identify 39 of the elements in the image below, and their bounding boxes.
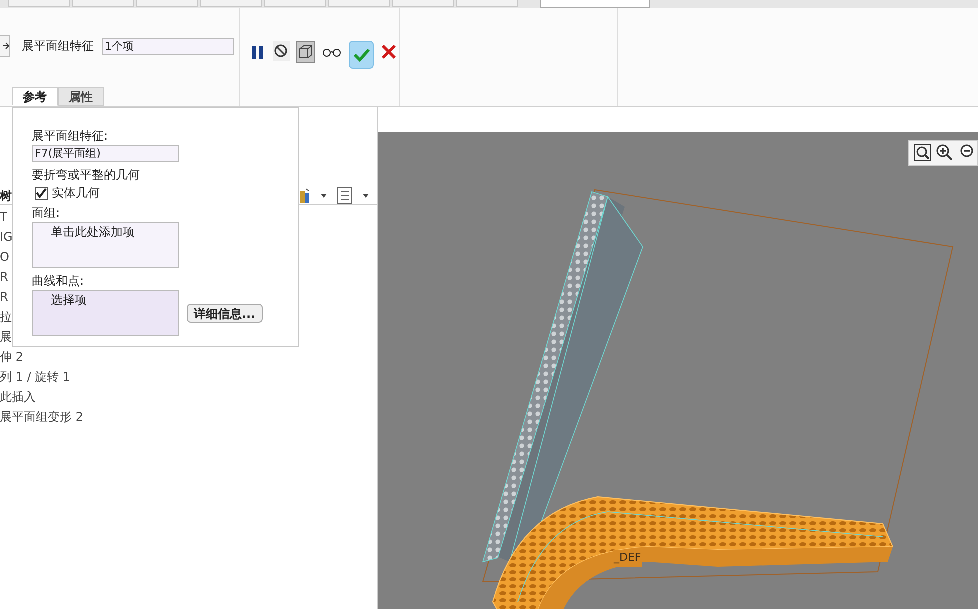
checkbox[interactable] [35,186,48,200]
checkbox-label: 实体几何 [52,185,100,202]
feature-reference-field[interactable]: F7(展平面组) [32,145,179,162]
tree-item[interactable]: 展 [0,327,12,347]
zoom-fit-icon[interactable] [913,143,933,163]
tree-item[interactable]: 伸 2 [0,347,24,367]
caret-icon[interactable] [321,194,327,198]
arrow-icon [3,42,9,50]
confirm-button[interactable] [349,41,374,69]
feature-field[interactable]: 1个项 [102,38,234,54]
tree-item[interactable]: 拉 [0,307,12,327]
details-button[interactable]: 详细信息... [187,304,263,322]
tree-item[interactable]: R [0,287,8,307]
tree-item[interactable]: O [0,247,10,267]
disable-button[interactable] [272,41,290,61]
tree-item[interactable]: 展平面组变形 2 [0,407,84,427]
field-label: 展平面组特征: [32,128,110,145]
field-label: 面组: [32,205,62,222]
check-icon [352,48,371,62]
feature-label: 展平面组特征 [22,38,94,55]
tree-item[interactable]: R [0,267,8,287]
tree-item[interactable]: 列 1 / 旋转 1 [0,367,71,387]
panel-tab[interactable]: 参考 [12,87,58,106]
tree-item[interactable]: T [0,207,8,227]
quilts-collector[interactable]: 单击此处添加项 [32,222,179,268]
curves-collector[interactable]: 选择项 [32,290,179,336]
csys-label: _DEF [613,550,642,566]
list-icon[interactable] [337,186,353,204]
model-viewport[interactable]: _DEF [378,132,978,609]
field-label: 要折弯或平整的几何 [32,167,141,184]
preview-button[interactable] [296,41,316,63]
glasses-icon [322,47,342,57]
tree-item[interactable]: IG [0,227,13,247]
panel-tab[interactable]: 属性 [58,87,104,106]
caret-icon[interactable] [363,194,369,198]
tree-item[interactable]: 此插入 [0,387,36,407]
field-label: 曲线和点: [32,273,86,290]
arrow-button[interactable] [0,35,10,57]
tree-header: 树 [0,188,12,204]
